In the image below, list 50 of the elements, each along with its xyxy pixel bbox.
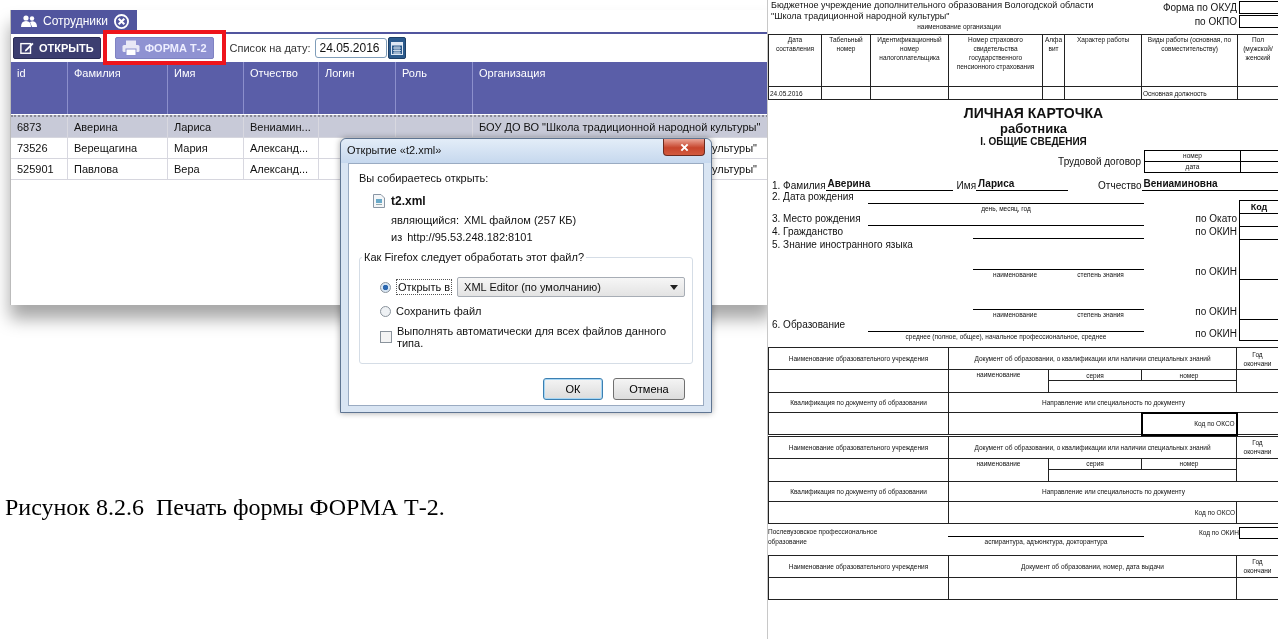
fill-in-line: Вениаминовна: [1141, 178, 1278, 191]
table-cell: Вера: [168, 159, 244, 179]
code-label: по ОКИН: [1195, 266, 1237, 277]
code-label: по ОКИН: [1195, 328, 1237, 339]
detail-value: http://95.53.248.182:8101: [407, 231, 533, 243]
file-name: t2.xml: [391, 194, 426, 208]
code-label: Форма по ОКУД: [1162, 1, 1237, 13]
column-header: Код: [1239, 200, 1278, 213]
group-title: Как Firefox следует обработать этот файл?: [363, 251, 586, 263]
fill-in-line: Аверина: [825, 178, 953, 191]
form-title: ЛИЧНАЯ КАРТОЧКА: [962, 105, 1105, 121]
table-cell: Верещагина: [68, 138, 168, 158]
table-cell: ультуры": [712, 163, 757, 175]
table-cell: 6873: [11, 117, 68, 137]
fill-in-line: Лариса: [976, 178, 1069, 191]
code-label: по ОКИН: [1195, 226, 1237, 237]
field-label: Имя: [955, 180, 977, 191]
organization-name: Бюджетное учреждение дополнительного образования Вологодской области: [770, 0, 1095, 11]
figure-caption: Рисунок 8.2.6 Печать формы ФОРМА Т-2.: [5, 494, 445, 521]
code-label: по Окато: [1195, 213, 1237, 224]
form-subtitle: работника: [999, 121, 1068, 136]
detail-value: XML файлом (257 КБ): [464, 214, 577, 226]
contract-label: Трудовой договор: [1058, 156, 1141, 167]
field-label: 5. Знание иностранного языка: [772, 239, 913, 250]
window-title: Открытие «t2.xml»: [346, 143, 442, 156]
table-cell: Вениамин...: [244, 117, 319, 137]
field-label: Отчество: [1097, 180, 1142, 191]
table-cell: БОУ ДО ВО "Школа традиционной народной культуры": [479, 121, 761, 133]
field-label: 1. Фамилия: [771, 180, 826, 191]
table-cell: Аверина: [68, 117, 168, 137]
date-label: Список на дату:: [229, 42, 311, 54]
code-label: по ОКИН: [1195, 306, 1237, 317]
prompt-text: Вы собираетесь открыть:: [359, 172, 490, 184]
table-cell: Александ...: [244, 159, 319, 179]
detail-label: являющийся:: [391, 214, 460, 226]
field-label: 6. Образование: [772, 319, 846, 330]
field-label: 2. Дата рождения: [772, 191, 854, 202]
table-cell: 525901: [11, 159, 68, 179]
organization-name: "Школа традиционной народной культуры": [770, 11, 951, 22]
detail-label: из: [391, 231, 403, 243]
field-label: 4. Гражданство: [772, 226, 844, 237]
table-cell: Мария: [168, 138, 244, 158]
code-label: по ОКПО: [1194, 15, 1237, 27]
table-cell: Александ...: [244, 138, 319, 158]
table-cell: ультуры": [712, 142, 757, 154]
section-title: I. ОБЩИЕ СВЕДЕНИЯ: [979, 136, 1088, 148]
field-label: 3. Место рождения: [772, 213, 861, 224]
table-cell: 73526: [11, 138, 68, 158]
table-cell: Павлова: [68, 159, 168, 179]
table-cell: Лариса: [168, 117, 244, 137]
